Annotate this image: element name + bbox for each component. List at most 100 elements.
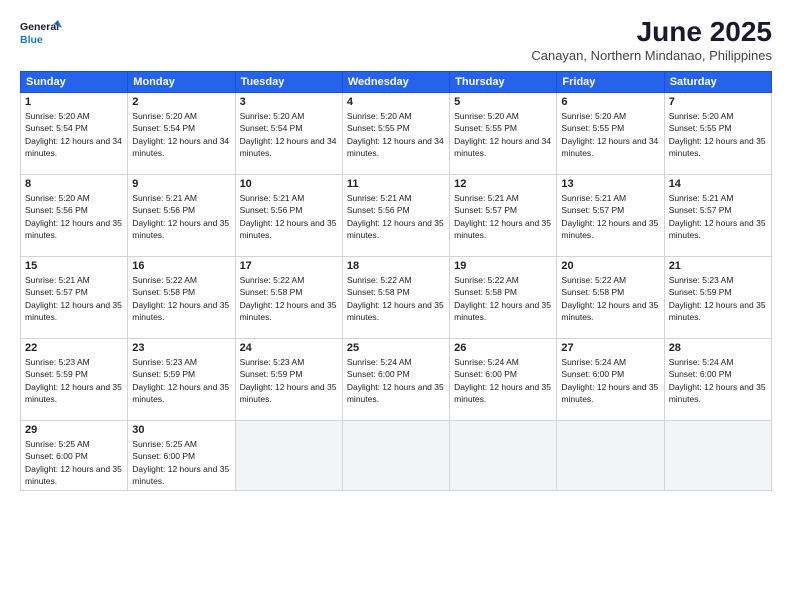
day-number: 17 xyxy=(240,260,338,272)
day-info: Sunrise: 5:22 AMSunset: 5:58 PMDaylight:… xyxy=(454,274,552,323)
calendar-cell: 27 Sunrise: 5:24 AMSunset: 6:00 PMDayligh… xyxy=(557,339,664,421)
calendar-cell: 28 Sunrise: 5:24 AMSunset: 6:00 PMDayligh… xyxy=(664,339,771,421)
calendar-cell: 2 Sunrise: 5:20 AMSunset: 5:54 PMDaylight… xyxy=(128,93,235,175)
calendar-cell: 13 Sunrise: 5:21 AMSunset: 5:57 PMDayligh… xyxy=(557,175,664,257)
calendar-cell: 7Sunrise: 5:20 AMSunset: 5:55 PMDaylight… xyxy=(664,93,771,175)
day-info: Sunrise: 5:21 AMSunset: 5:57 PMDaylight:… xyxy=(25,274,123,323)
day-number: 3 xyxy=(240,96,338,108)
calendar-cell: 16 Sunrise: 5:22 AMSunset: 5:58 PMDayligh… xyxy=(128,257,235,339)
day-number: 25 xyxy=(347,342,445,354)
calendar-header: Friday xyxy=(557,72,664,93)
day-info: Sunrise: 5:21 AMSunset: 5:56 PMDaylight:… xyxy=(240,192,338,241)
calendar-cell: 20 Sunrise: 5:22 AMSunset: 5:58 PMDayligh… xyxy=(557,257,664,339)
calendar-cell: 25 Sunrise: 5:24 AMSunset: 6:00 PMDayligh… xyxy=(342,339,449,421)
day-info: Sunrise: 5:20 AMSunset: 5:56 PMDaylight:… xyxy=(25,192,123,241)
day-info: Sunrise: 5:23 AMSunset: 5:59 PMDaylight:… xyxy=(240,356,338,405)
day-info: Sunrise: 5:21 AMSunset: 5:56 PMDaylight:… xyxy=(347,192,445,241)
calendar-cell: 26 Sunrise: 5:24 AMSunset: 6:00 PMDayligh… xyxy=(450,339,557,421)
calendar-cell: 12 Sunrise: 5:21 AMSunset: 5:57 PMDayligh… xyxy=(450,175,557,257)
day-number: 21 xyxy=(669,260,767,272)
day-number: 27 xyxy=(561,342,659,354)
calendar-cell: 3 Sunrise: 5:20 AMSunset: 5:54 PMDaylight… xyxy=(235,93,342,175)
day-info: Sunrise: 5:23 AMSunset: 5:59 PMDaylight:… xyxy=(132,356,230,405)
calendar-cell xyxy=(342,421,449,491)
day-info: Sunrise: 5:24 AMSunset: 6:00 PMDaylight:… xyxy=(561,356,659,405)
day-number: 26 xyxy=(454,342,552,354)
day-info: Sunrise: 5:21 AMSunset: 5:57 PMDaylight:… xyxy=(454,192,552,241)
header: General Blue June 2025 Canayan, Northern… xyxy=(20,16,772,63)
calendar-header: Wednesday xyxy=(342,72,449,93)
day-number: 11 xyxy=(347,178,445,190)
calendar-header: Sunday xyxy=(21,72,128,93)
calendar-cell: 30 Sunrise: 5:25 AMSunset: 6:00 PMDayligh… xyxy=(128,421,235,491)
day-info: Sunrise: 5:20 AMSunset: 5:54 PMDaylight:… xyxy=(132,110,230,159)
day-number: 20 xyxy=(561,260,659,272)
calendar-cell: 17 Sunrise: 5:22 AMSunset: 5:58 PMDayligh… xyxy=(235,257,342,339)
day-number: 14 xyxy=(669,178,767,190)
calendar-header: Tuesday xyxy=(235,72,342,93)
calendar-cell: 21 Sunrise: 5:23 AMSunset: 5:59 PMDayligh… xyxy=(664,257,771,339)
day-info: Sunrise: 5:21 AMSunset: 5:57 PMDaylight:… xyxy=(561,192,659,241)
day-info: Sunrise: 5:22 AMSunset: 5:58 PMDaylight:… xyxy=(561,274,659,323)
calendar-cell: 6Sunrise: 5:20 AMSunset: 5:55 PMDaylight… xyxy=(557,93,664,175)
logo-svg: General Blue xyxy=(20,16,62,52)
day-number: 5 xyxy=(454,96,552,108)
day-info: Sunrise: 5:23 AMSunset: 5:59 PMDaylight:… xyxy=(25,356,123,405)
month-title: June 2025 xyxy=(531,16,772,48)
day-info: Sunrise: 5:20 AMSunset: 5:54 PMDaylight:… xyxy=(25,110,123,159)
day-number: 2 xyxy=(132,96,230,108)
day-info: Sunrise: 5:21 AMSunset: 5:56 PMDaylight:… xyxy=(132,192,230,241)
day-info: Sunrise: 5:24 AMSunset: 6:00 PMDaylight:… xyxy=(454,356,552,405)
day-info: Sunrise: 5:20 AMSunset: 5:55 PMDaylight:… xyxy=(454,110,552,159)
day-info: Sunrise: 5:20 AMSunset: 5:55 PMDaylight:… xyxy=(669,110,767,159)
svg-text:General: General xyxy=(20,21,59,33)
day-number: 29 xyxy=(25,424,123,436)
location: Canayan, Northern Mindanao, Philippines xyxy=(531,48,772,63)
day-info: Sunrise: 5:23 AMSunset: 5:59 PMDaylight:… xyxy=(669,274,767,323)
day-number: 12 xyxy=(454,178,552,190)
calendar-cell xyxy=(664,421,771,491)
day-info: Sunrise: 5:25 AMSunset: 6:00 PMDaylight:… xyxy=(25,438,123,487)
day-info: Sunrise: 5:24 AMSunset: 6:00 PMDaylight:… xyxy=(669,356,767,405)
calendar-cell: 23 Sunrise: 5:23 AMSunset: 5:59 PMDayligh… xyxy=(128,339,235,421)
day-number: 23 xyxy=(132,342,230,354)
calendar-header: Saturday xyxy=(664,72,771,93)
calendar-cell xyxy=(557,421,664,491)
calendar-cell: 9 Sunrise: 5:21 AMSunset: 5:56 PMDaylight… xyxy=(128,175,235,257)
day-number: 22 xyxy=(25,342,123,354)
calendar-cell: 15Sunrise: 5:21 AMSunset: 5:57 PMDayligh… xyxy=(21,257,128,339)
day-number: 13 xyxy=(561,178,659,190)
calendar-cell xyxy=(450,421,557,491)
svg-text:Blue: Blue xyxy=(20,34,43,46)
calendar-cell: 4Sunrise: 5:20 AMSunset: 5:55 PMDaylight… xyxy=(342,93,449,175)
calendar: SundayMondayTuesdayWednesdayThursdayFrid… xyxy=(20,71,772,491)
day-number: 24 xyxy=(240,342,338,354)
calendar-cell: 5 Sunrise: 5:20 AMSunset: 5:55 PMDaylight… xyxy=(450,93,557,175)
day-number: 1 xyxy=(25,96,123,108)
day-number: 9 xyxy=(132,178,230,190)
day-info: Sunrise: 5:22 AMSunset: 5:58 PMDaylight:… xyxy=(347,274,445,323)
day-info: Sunrise: 5:24 AMSunset: 6:00 PMDaylight:… xyxy=(347,356,445,405)
calendar-cell: 8 Sunrise: 5:20 AMSunset: 5:56 PMDaylight… xyxy=(21,175,128,257)
title-block: June 2025 Canayan, Northern Mindanao, Ph… xyxy=(531,16,772,63)
day-number: 28 xyxy=(669,342,767,354)
calendar-cell: 22 Sunrise: 5:23 AMSunset: 5:59 PMDayligh… xyxy=(21,339,128,421)
day-info: Sunrise: 5:22 AMSunset: 5:58 PMDaylight:… xyxy=(132,274,230,323)
calendar-header: Monday xyxy=(128,72,235,93)
calendar-cell: 14Sunrise: 5:21 AMSunset: 5:57 PMDayligh… xyxy=(664,175,771,257)
day-number: 19 xyxy=(454,260,552,272)
day-number: 16 xyxy=(132,260,230,272)
day-number: 4 xyxy=(347,96,445,108)
day-number: 18 xyxy=(347,260,445,272)
day-number: 30 xyxy=(132,424,230,436)
calendar-cell: 19 Sunrise: 5:22 AMSunset: 5:58 PMDayligh… xyxy=(450,257,557,339)
day-info: Sunrise: 5:20 AMSunset: 5:54 PMDaylight:… xyxy=(240,110,338,159)
calendar-cell: 1 Sunrise: 5:20 AMSunset: 5:54 PMDaylight… xyxy=(21,93,128,175)
day-info: Sunrise: 5:25 AMSunset: 6:00 PMDaylight:… xyxy=(132,438,230,487)
calendar-cell: 11 Sunrise: 5:21 AMSunset: 5:56 PMDayligh… xyxy=(342,175,449,257)
day-info: Sunrise: 5:22 AMSunset: 5:58 PMDaylight:… xyxy=(240,274,338,323)
day-number: 8 xyxy=(25,178,123,190)
day-info: Sunrise: 5:20 AMSunset: 5:55 PMDaylight:… xyxy=(561,110,659,159)
calendar-cell xyxy=(235,421,342,491)
page: General Blue June 2025 Canayan, Northern… xyxy=(0,0,792,612)
